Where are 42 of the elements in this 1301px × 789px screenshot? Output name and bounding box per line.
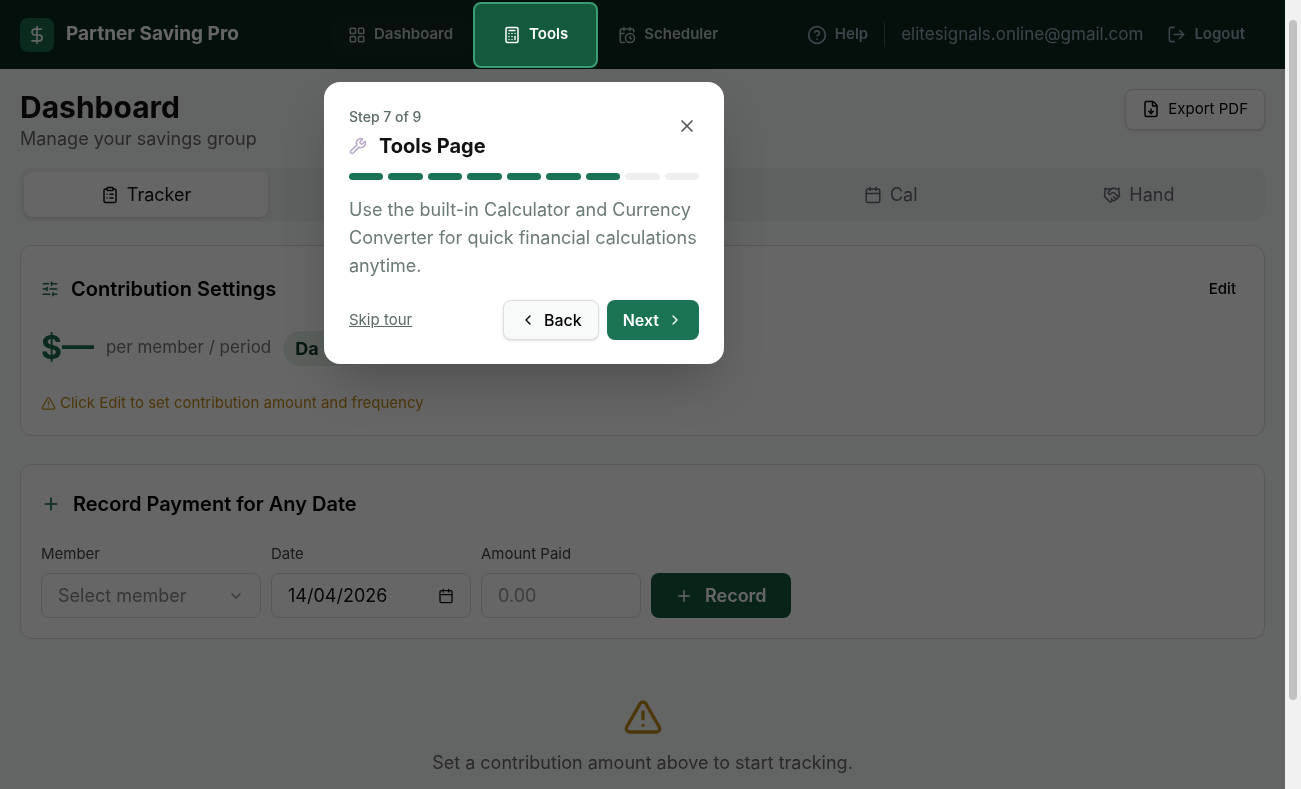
handshake-icon	[1103, 185, 1122, 204]
warning-icon	[622, 697, 663, 737]
warning-text: Click Edit to set contribution amount and frequency	[60, 392, 424, 414]
grid-icon	[348, 25, 366, 44]
help-icon	[806, 24, 827, 45]
contribution-amount: $—	[41, 327, 94, 369]
logout-icon	[1167, 25, 1187, 44]
brand-name: Partner Saving Pro	[66, 21, 239, 48]
file-download-icon	[1142, 100, 1161, 119]
dialog-title: Tools Page	[379, 133, 486, 160]
date-field[interactable]: 14/04/2026	[271, 573, 471, 618]
calendar-clock-icon	[618, 25, 637, 44]
card-title: Record Payment for Any Date	[73, 490, 357, 518]
logout-button[interactable]: Logout	[1167, 23, 1245, 46]
back-button[interactable]: Back	[502, 300, 599, 340]
skip-tour-link[interactable]: Skip tour	[349, 308, 413, 332]
wrench-icon	[349, 137, 367, 155]
record-button[interactable]: Record	[651, 573, 791, 618]
calculator-icon	[503, 25, 522, 44]
clipboard-icon	[100, 185, 119, 204]
field-label: Member	[41, 542, 101, 565]
step-counter: Step 7 of 9	[349, 107, 423, 127]
next-button[interactable]: Next	[606, 300, 699, 340]
field-label: Amount Paid	[481, 542, 573, 565]
user-email: elitesignals.online@gmail.com	[901, 22, 1144, 46]
nav-tab[interactable]: Scheduler	[602, 14, 735, 55]
page-subtitle: Manage your savings group	[20, 127, 257, 151]
page-title: Dashboard	[20, 89, 181, 125]
dialog-text: Use the built-in Calculator and Currency Converter for quick financial calculations anytime.	[349, 198, 698, 278]
nav-tab[interactable]: Tools	[473, 1, 599, 68]
edit-button[interactable]: Edit	[1200, 277, 1244, 301]
help-link[interactable]: Help	[806, 23, 869, 46]
empty-state-message: Set a contribution amount above to start tracking.	[432, 751, 853, 775]
sliders-icon	[41, 280, 59, 298]
export-pdf-button[interactable]: Export PDF	[1125, 89, 1265, 130]
calendar-icon	[863, 185, 882, 204]
warning-icon	[41, 395, 56, 411]
calendar-icon	[438, 587, 454, 604]
field-label: Date	[271, 542, 305, 565]
card-title: Contribution Settings	[71, 276, 277, 303]
tab[interactable]: Tracker	[24, 172, 269, 217]
logo-icon	[20, 17, 54, 52]
